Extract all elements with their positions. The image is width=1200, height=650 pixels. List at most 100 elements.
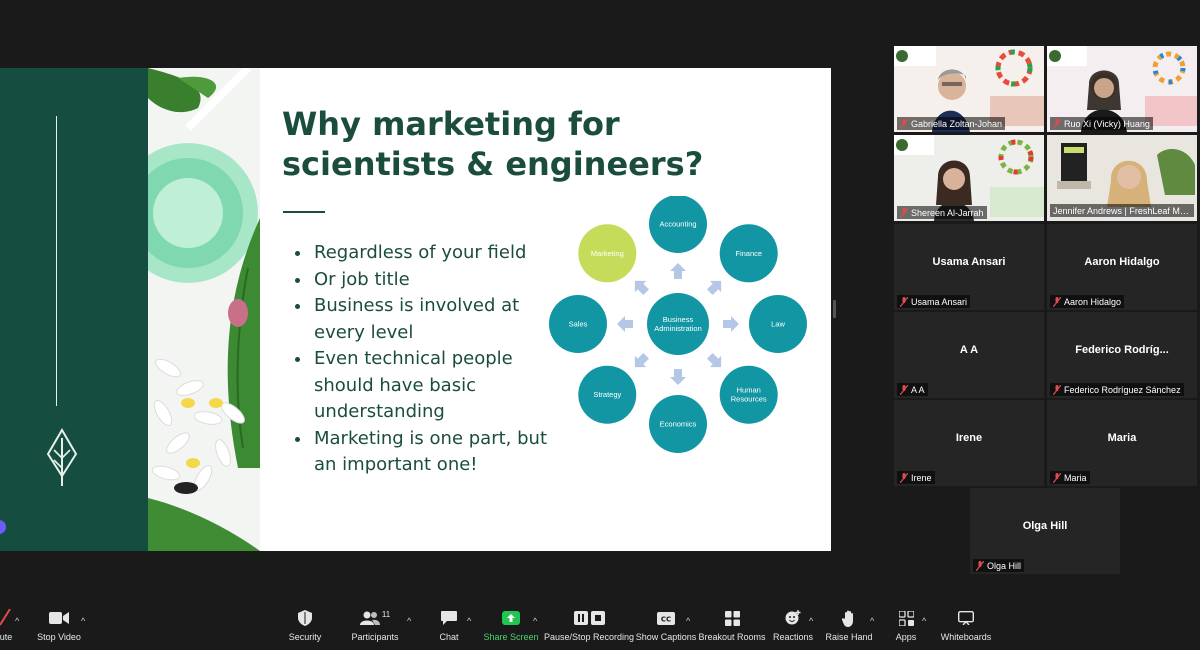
reactions-label: Reactions [772, 632, 814, 642]
security-button[interactable]: Security [286, 606, 324, 650]
participant-display-name: A A [959, 344, 979, 356]
video-tile[interactable]: Shereen Al-Jarrah [894, 135, 1044, 221]
svg-text:CC: CC [661, 615, 671, 623]
participants-button[interactable]: 11 Participants [351, 606, 398, 650]
lab-photo-image [148, 68, 260, 551]
participant-name: A A [911, 384, 925, 395]
video-camera-icon [49, 606, 69, 630]
raise-hand-caret-icon[interactable]: ^ [870, 616, 874, 626]
participant-tile[interactable]: Aaron Hidalgo Aaron Hidalgo [1047, 224, 1197, 310]
share-options-caret-icon[interactable]: ^ [533, 616, 537, 626]
show-captions-button[interactable]: CC Show Captions [635, 606, 697, 650]
diagram-node-label: Accounting [659, 220, 696, 229]
bullet-item: Regardless of your field [312, 240, 574, 267]
slide-divider-line [56, 116, 57, 406]
diagram-arrow-icon [670, 369, 686, 385]
participant-name-label: Gabriella Zoltan-Johan [897, 117, 1006, 130]
video-tile[interactable]: Gabriella Zoltan-Johan [894, 46, 1044, 132]
video-options-caret-icon[interactable]: ^ [81, 616, 85, 626]
captions-label: Show Captions [635, 632, 697, 642]
diagram-arrow-icon [723, 316, 739, 332]
participant-name-label: Aaron Hidalgo [1050, 295, 1125, 308]
diagram-node-label: Finance [735, 249, 762, 258]
participant-name-label: A A [897, 383, 928, 396]
captions-caret-icon[interactable]: ^ [686, 616, 690, 626]
slide-left-panel [0, 68, 148, 551]
breakout-rooms-icon [724, 606, 740, 630]
audio-options-caret-icon[interactable]: ^ [15, 616, 19, 626]
participant-name: Aaron Hidalgo [1064, 296, 1122, 307]
stop-video-label: Stop Video [37, 632, 81, 642]
diagram-arrow-icon [634, 280, 650, 296]
participants-caret-icon[interactable]: ^ [407, 616, 411, 626]
participant-tile[interactable]: Federico Rodríg... Federico Rodríguez Sá… [1047, 312, 1197, 398]
chat-button[interactable]: Chat [437, 606, 461, 650]
breakout-rooms-label: Breakout Rooms [698, 632, 766, 642]
pause-stop-recording-button[interactable]: Pause/Stop Recording [544, 606, 634, 650]
diagram-arrow-icon [706, 352, 722, 368]
video-tile-active-speaker[interactable]: Jennifer Andrews | FreshLeaf Marke... [1047, 135, 1197, 221]
participant-display-name: Irene [955, 432, 983, 444]
participant-display-name: Olga Hill [1022, 520, 1068, 532]
unmute-button[interactable]: ute [0, 606, 12, 650]
diagram-node-label: Marketing [591, 249, 624, 258]
security-label: Security [288, 632, 322, 642]
diagram-arrow-icon [617, 316, 633, 332]
participant-name-label: Maria [1050, 471, 1090, 484]
apps-label: Apps [895, 632, 917, 642]
apps-icon [898, 606, 914, 630]
participant-name-label: Shereen Al-Jarrah [897, 206, 987, 219]
mic-muted-icon [900, 296, 908, 307]
video-tile[interactable]: Ruo Xi (Vicky) Huang [1047, 46, 1197, 132]
participant-name: Irene [911, 472, 932, 483]
mic-muted-icon [1053, 296, 1061, 307]
chat-caret-icon[interactable]: ^ [467, 616, 471, 626]
resize-handle[interactable] [833, 300, 836, 318]
stop-video-button[interactable]: Stop Video [36, 606, 82, 650]
participant-name-label: Irene [897, 471, 935, 484]
participant-name: Shereen Al-Jarrah [911, 207, 984, 218]
participant-tile[interactable]: A A A A [894, 312, 1044, 398]
diagram-node-label: Strategy [593, 390, 621, 399]
raise-hand-label: Raise Hand [825, 632, 873, 642]
whiteboards-label: Whiteboards [940, 632, 992, 642]
share-screen-label: Share Screen [483, 632, 539, 642]
business-cycle-diagram: Business AdministrationAccountingFinanceL… [549, 196, 807, 453]
slide-title-rule [283, 211, 325, 213]
participant-count: 11 [381, 610, 391, 619]
mic-muted-icon [1053, 384, 1061, 395]
apps-button[interactable]: Apps [893, 606, 919, 650]
reactions-button[interactable]: Reactions [772, 606, 814, 650]
slide-title: Why marketing for scientists & engineers… [282, 104, 742, 184]
participant-name-label: Jennifer Andrews | FreshLeaf Marke... [1050, 204, 1194, 217]
participant-name: Jennifer Andrews | FreshLeaf Marke... [1053, 205, 1191, 216]
participant-display-name: Maria [1107, 432, 1137, 444]
participant-name-label: Ruo Xi (Vicky) Huang [1050, 117, 1153, 130]
slide-bullet-list: Regardless of your field Or job title Bu… [292, 240, 574, 479]
share-screen-button[interactable]: Share Screen [483, 606, 539, 650]
participant-name: Ruo Xi (Vicky) Huang [1064, 118, 1150, 129]
shared-slide: Why marketing for scientists & engineers… [0, 68, 831, 551]
participant-tile[interactable]: Irene Irene [894, 400, 1044, 486]
bullet-item: Marketing is one part, but an important … [312, 426, 574, 479]
diagram-arrow-icon [706, 280, 722, 296]
whiteboards-button[interactable]: Whiteboards [940, 606, 992, 650]
participant-name: Gabriella Zoltan-Johan [911, 118, 1003, 129]
participants-icon: 11 [359, 606, 391, 630]
reactions-caret-icon[interactable]: ^ [809, 616, 813, 626]
participant-name-label: Olga Hill [973, 559, 1025, 572]
diagram-node-label: Law [771, 320, 785, 329]
breakout-rooms-button[interactable]: Breakout Rooms [698, 606, 766, 650]
closed-captions-icon: CC [657, 606, 675, 630]
participant-tile[interactable]: Olga Hill Olga Hill [970, 488, 1120, 574]
slide-title-line1: Why marketing for [282, 105, 620, 143]
raise-hand-button[interactable]: Raise Hand [825, 606, 873, 650]
participant-tile[interactable]: Maria Maria [1047, 400, 1197, 486]
smiley-plus-icon [785, 606, 801, 630]
diagram-node-label: Economics [660, 420, 697, 429]
participant-display-name: Federico Rodríg... [1075, 344, 1169, 356]
participant-tile[interactable]: Usama Ansari Usama Ansari [894, 224, 1044, 310]
apps-caret-icon[interactable]: ^ [922, 616, 926, 626]
bullet-item: Business is involved at every level [312, 293, 574, 346]
shield-icon [298, 606, 312, 630]
